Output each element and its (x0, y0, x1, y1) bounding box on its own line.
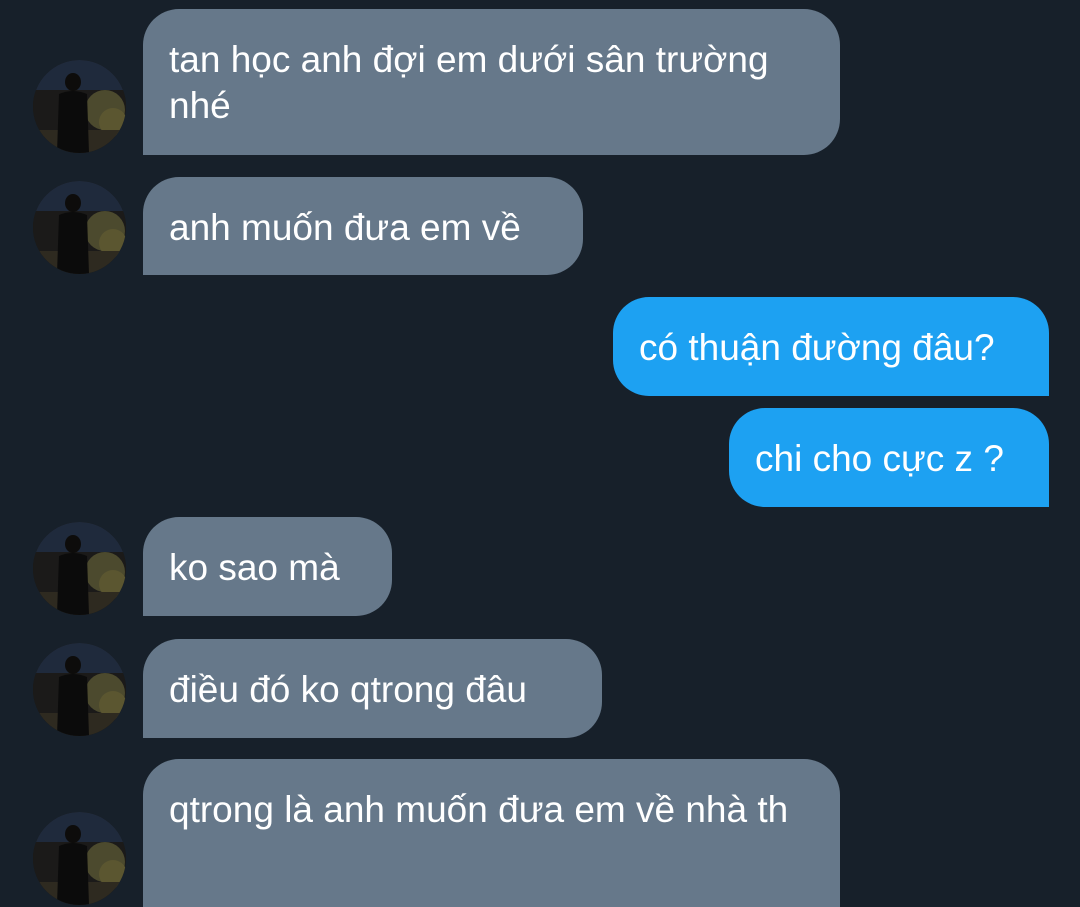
contact-avatar-icon[interactable] (33, 522, 126, 615)
message-bubble-incoming[interactable]: tan học anh đợi em dưới sân trường nhé (143, 9, 840, 155)
message-bubble-incoming[interactable]: anh muốn đưa em về (143, 177, 583, 275)
contact-avatar-icon[interactable] (33, 812, 126, 905)
message-text: anh muốn đưa em về (169, 207, 521, 248)
message-text: chi cho cực z ? (755, 438, 1004, 479)
message-text: điều đó ko qtrong đâu (169, 669, 527, 710)
message-bubble-outgoing[interactable]: chi cho cực z ? (729, 408, 1049, 507)
contact-avatar-icon[interactable] (33, 60, 126, 153)
contact-avatar-icon[interactable] (33, 181, 126, 274)
message-bubble-incoming[interactable]: qtrong là anh muốn đưa em về nhà th (143, 759, 840, 907)
message-bubble-outgoing[interactable]: có thuận đường đâu? (613, 297, 1049, 396)
message-text: ko sao mà (169, 547, 340, 588)
contact-avatar-icon[interactable] (33, 643, 126, 736)
message-text: qtrong là anh muốn đưa em về nhà th (169, 789, 789, 830)
chat-thread: tan học anh đợi em dưới sân trường nhé a… (0, 0, 1080, 907)
message-bubble-incoming[interactable]: điều đó ko qtrong đâu (143, 639, 602, 738)
message-text: có thuận đường đâu? (639, 327, 995, 368)
message-bubble-incoming[interactable]: ko sao mà (143, 517, 392, 616)
message-text: tan học anh đợi em dưới sân trường nhé (169, 39, 769, 126)
